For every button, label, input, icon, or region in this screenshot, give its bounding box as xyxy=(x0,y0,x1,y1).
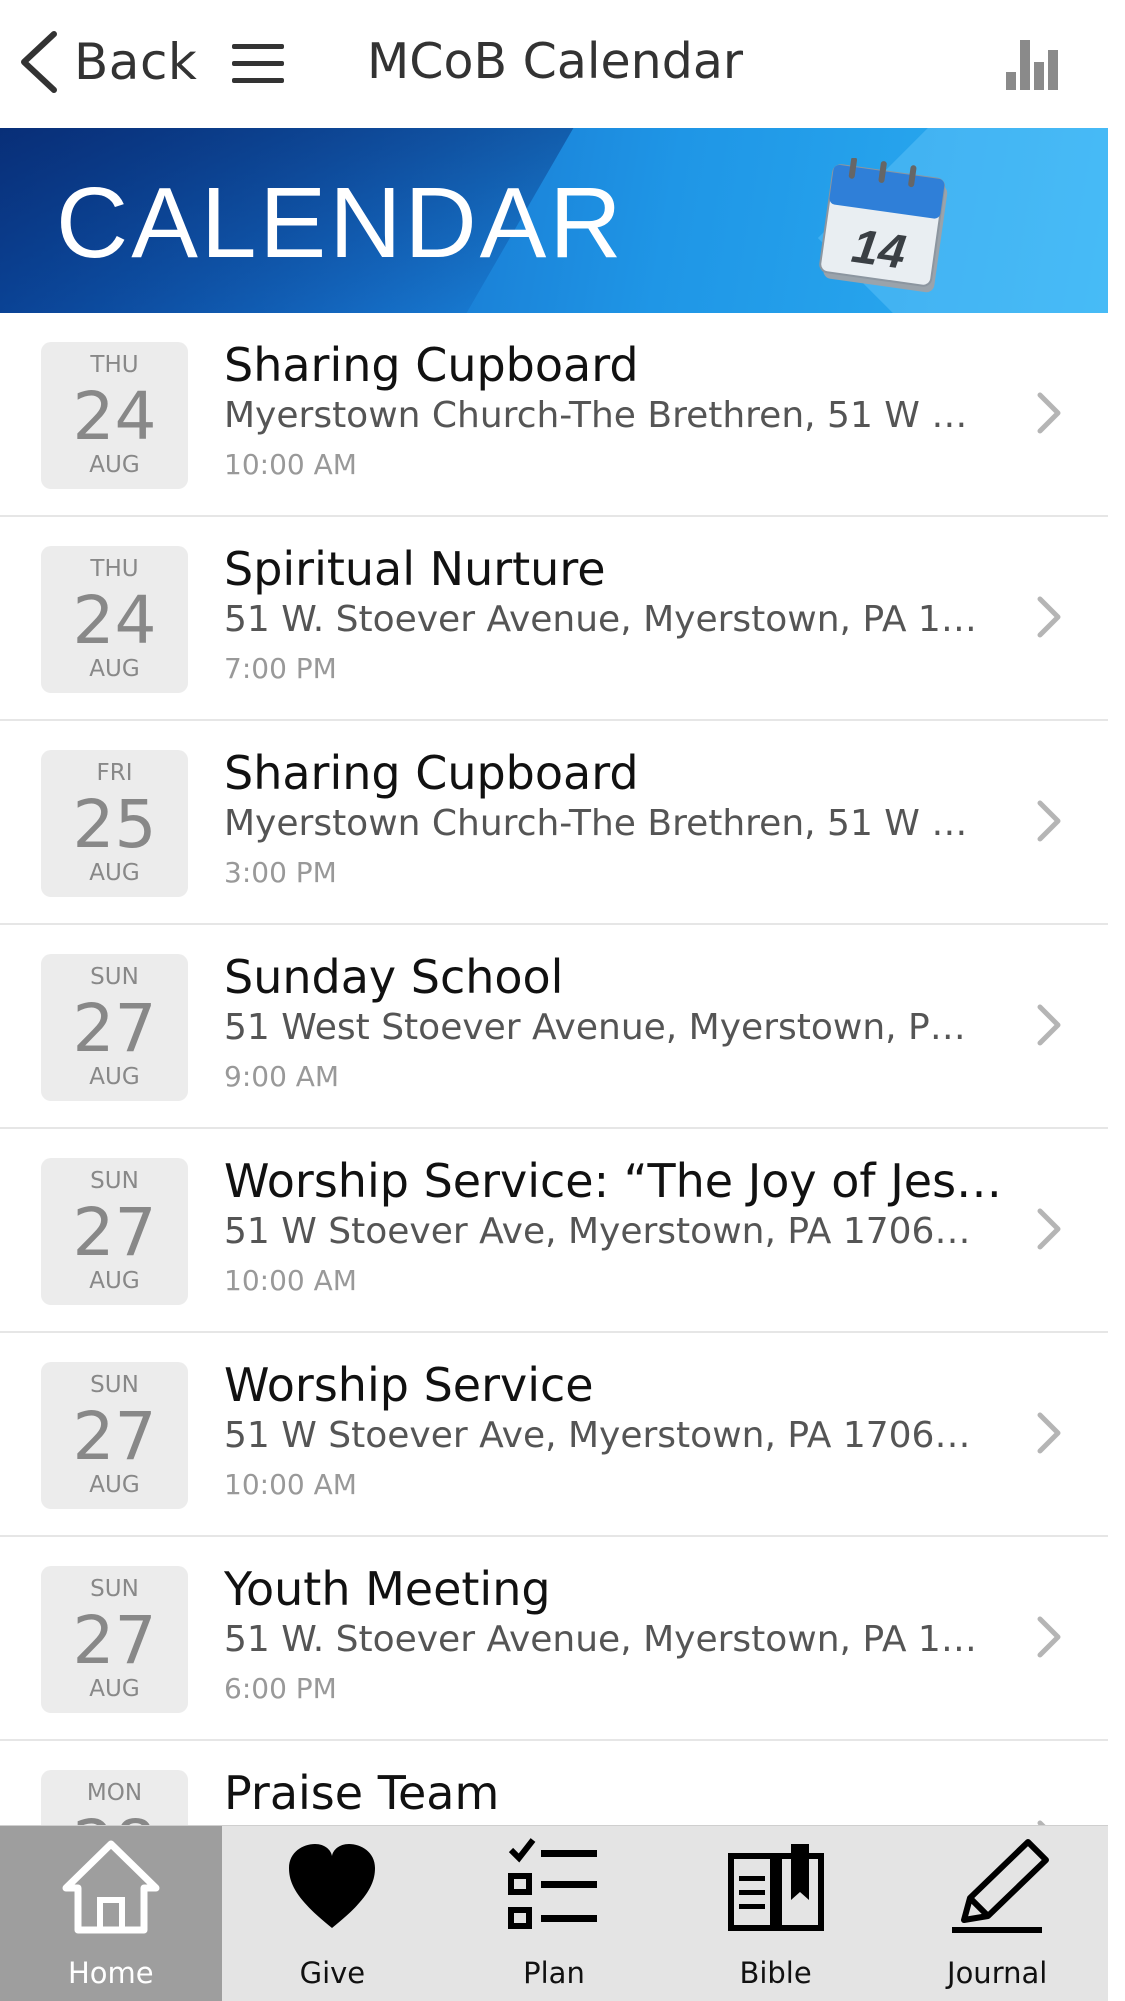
event-title: Worship Service xyxy=(224,1358,594,1412)
event-location: Myerstown Church-The Brethren, 51 W … xyxy=(224,803,968,844)
date-day: 27 xyxy=(72,1602,157,1679)
event-title: Sunday School xyxy=(224,950,564,1004)
chevron-right-icon xyxy=(1037,1412,1061,1454)
right-edge xyxy=(1108,0,1125,2001)
event-title: Sharing Cupboard xyxy=(224,746,639,800)
date-month: AUG xyxy=(89,1268,140,1294)
date-weekday: THU xyxy=(90,556,139,582)
tab-plan[interactable]: Plan xyxy=(443,1826,665,2001)
event-location: 51 West Stoever Avenue, Myerstown, P… xyxy=(224,1007,966,1048)
date-weekday: SUN xyxy=(90,1372,139,1398)
date-weekday: SUN xyxy=(90,1168,139,1194)
tab-label: Plan xyxy=(523,1956,585,1990)
app-frame: Back MCoB Calendar CALENDAR 14 THU 24 AU… xyxy=(0,0,1108,2001)
date-badge: SUN 27 AUG xyxy=(41,1566,188,1713)
event-time: 9:00 AM xyxy=(224,1060,340,1093)
chevron-right-icon xyxy=(1037,1004,1061,1046)
event-title: Sharing Cupboard xyxy=(224,338,639,392)
date-day: 28 xyxy=(41,1806,188,1825)
tab-home[interactable]: Home xyxy=(0,1826,222,2001)
date-badge: THU 24 AUG xyxy=(41,342,188,489)
event-row[interactable]: SUN 27 AUG Sunday School 51 West Stoever… xyxy=(0,925,1108,1129)
event-row[interactable]: THU 24 AUG Spiritual Nurture 51 W. Stoev… xyxy=(0,517,1108,721)
event-title: Youth Meeting xyxy=(224,1562,551,1616)
page-title: MCoB Calendar xyxy=(367,33,743,90)
chevron-right-icon xyxy=(1037,1208,1061,1250)
event-time: 10:00 AM xyxy=(224,448,357,481)
date-month: AUG xyxy=(89,452,140,478)
event-time: 7:00 PM xyxy=(224,652,337,685)
back-label: Back xyxy=(74,33,198,91)
date-month: AUG xyxy=(89,656,140,682)
date-weekday: SUN xyxy=(90,964,139,990)
event-title: Worship Service: “The Joy of Jesu… xyxy=(224,1154,1004,1208)
hamburger-menu-icon[interactable] xyxy=(232,44,284,84)
date-month: AUG xyxy=(89,860,140,886)
date-badge: MON 28 AUG xyxy=(41,1770,188,1825)
bar-chart-icon[interactable] xyxy=(1004,38,1062,90)
event-time: 10:00 AM xyxy=(224,1468,357,1501)
event-row[interactable]: SUN 27 AUG Worship Service 51 W Stoever … xyxy=(0,1333,1108,1537)
date-badge: SUN 27 AUG xyxy=(41,1158,188,1305)
event-row[interactable]: MON 28 AUG Praise Team xyxy=(0,1741,1108,1825)
event-row[interactable]: SUN 27 AUG Youth Meeting 51 W. Stoever A… xyxy=(0,1537,1108,1741)
event-location: 51 W. Stoever Avenue, Myerstown, PA 1… xyxy=(224,1619,977,1660)
date-badge: SUN 27 AUG xyxy=(41,1362,188,1509)
date-day: 25 xyxy=(72,786,157,863)
chevron-right-icon xyxy=(1037,800,1061,842)
chevron-right-icon xyxy=(1037,596,1061,638)
tab-label: Bible xyxy=(739,1956,812,1990)
desk-calendar-icon: 14 xyxy=(819,158,948,293)
date-weekday: MON xyxy=(86,1780,143,1806)
date-day: 27 xyxy=(72,1398,157,1475)
date-day: 27 xyxy=(72,1194,157,1271)
tab-bible[interactable]: Bible xyxy=(665,1826,887,2001)
calendar-icon-day: 14 xyxy=(849,220,909,280)
event-row[interactable]: FRI 25 AUG Sharing Cupboard Myerstown Ch… xyxy=(0,721,1108,925)
date-badge: THU 24 AUG xyxy=(41,546,188,693)
event-row[interactable]: THU 24 AUG Sharing Cupboard Myerstown Ch… xyxy=(0,313,1108,517)
date-badge: SUN 27 AUG xyxy=(41,954,188,1101)
date-weekday: THU xyxy=(90,352,139,378)
tab-give[interactable]: Give xyxy=(222,1826,444,2001)
date-weekday: SUN xyxy=(90,1576,139,1602)
event-location: 51 W Stoever Ave, Myerstown, PA 1706… xyxy=(224,1415,971,1456)
tab-label: Home xyxy=(67,1956,154,1990)
date-day: 24 xyxy=(72,378,157,455)
chevron-right-icon xyxy=(1037,1616,1061,1658)
nav-header: Back MCoB Calendar xyxy=(0,0,1108,128)
tab-journal[interactable]: Journal xyxy=(886,1826,1108,2001)
event-list: THU 24 AUG Sharing Cupboard Myerstown Ch… xyxy=(0,313,1108,1825)
event-time: 10:00 AM xyxy=(224,1264,357,1297)
event-location: 51 W Stoever Ave, Myerstown, PA 1706… xyxy=(224,1211,971,1252)
date-day: 27 xyxy=(72,990,157,1067)
event-title: Praise Team xyxy=(224,1766,500,1820)
tab-label: Give xyxy=(299,1956,366,1990)
banner-title: CALENDAR xyxy=(56,167,625,279)
date-badge: FRI 25 AUG xyxy=(41,750,188,897)
date-month: AUG xyxy=(89,1676,140,1702)
date-day: 24 xyxy=(72,582,157,659)
date-month: AUG xyxy=(89,1472,140,1498)
event-title: Spiritual Nurture xyxy=(224,542,606,596)
back-button[interactable]: Back xyxy=(18,30,197,94)
chevron-right-icon xyxy=(1037,392,1061,434)
chevron-left-icon xyxy=(21,31,57,93)
event-location: Myerstown Church-The Brethren, 51 W … xyxy=(224,395,968,436)
bottom-tab-bar: Home Give Plan Bible Journal xyxy=(0,1825,1108,2001)
event-time: 6:00 PM xyxy=(224,1672,337,1705)
event-location: 51 W. Stoever Avenue, Myerstown, PA 1… xyxy=(224,599,977,640)
tab-label: Journal xyxy=(947,1956,1048,1990)
event-time: 3:00 PM xyxy=(224,856,337,889)
date-weekday: FRI xyxy=(96,760,133,786)
event-row[interactable]: SUN 27 AUG Worship Service: “The Joy of … xyxy=(0,1129,1108,1333)
date-month: AUG xyxy=(89,1064,140,1090)
